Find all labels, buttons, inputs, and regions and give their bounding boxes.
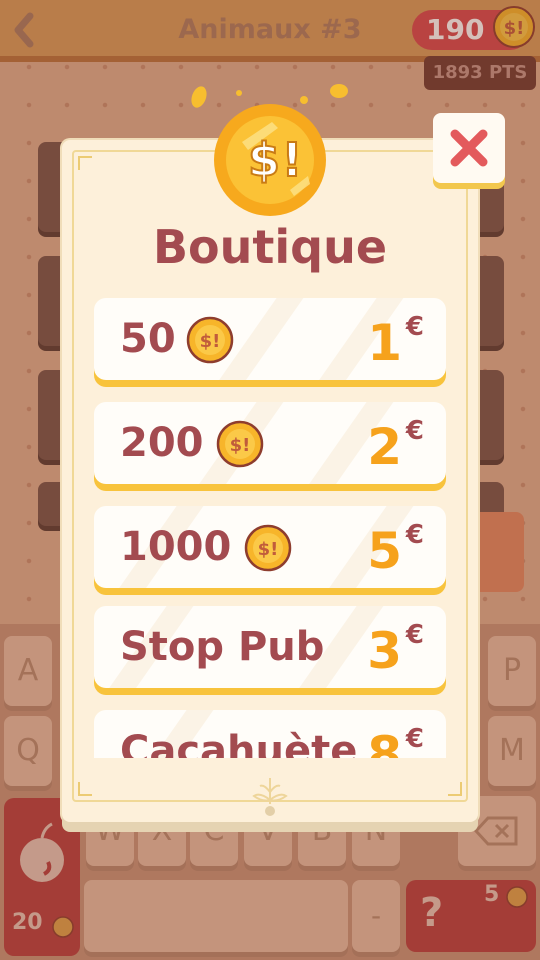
close-button[interactable] <box>433 113 505 183</box>
frame-corner <box>448 782 462 796</box>
sparkle <box>330 84 348 98</box>
shop-item-50-coins[interactable]: 50 $! 1 € <box>94 298 446 380</box>
leaf-ornament-icon <box>252 778 288 804</box>
item-label: Cacahuète <box>120 728 358 758</box>
frame-corner <box>78 782 92 796</box>
item-price: 5 <box>367 522 402 580</box>
currency-symbol: € <box>405 312 424 342</box>
currency-symbol: € <box>405 724 424 754</box>
svg-text:$: $ <box>248 133 280 187</box>
frame-corner <box>78 156 92 170</box>
item-price: 1 <box>367 314 402 372</box>
item-price: 2 <box>367 418 402 476</box>
shop-coin-icon: $ ! <box>214 104 326 216</box>
page-indicator <box>265 806 275 816</box>
shop-item-stop-pub[interactable]: Stop Pub 3 € <box>94 606 446 688</box>
coin-icon: $! <box>216 420 264 468</box>
currency-symbol: € <box>405 620 424 650</box>
shop-item-list[interactable]: 50 $! 1 € 200 $! 2 € 1000 $! 5 € Stop Pu… <box>90 294 452 758</box>
shop-item-cacahuete[interactable]: Cacahuète 8 € <box>94 710 446 758</box>
currency-symbol: € <box>405 416 424 446</box>
shop-item-1000-coins[interactable]: 1000 $! 5 € <box>94 506 446 588</box>
item-price: 8 <box>367 726 402 758</box>
shop-title: Boutique <box>152 220 388 274</box>
currency-symbol: € <box>405 520 424 550</box>
shop-item-200-coins[interactable]: 200 $! 2 € <box>94 402 446 484</box>
coin-icon: $! <box>186 316 234 364</box>
svg-text:$!: $! <box>230 435 251 456</box>
item-label: 50 <box>120 316 176 362</box>
item-label: 1000 <box>120 524 232 570</box>
close-icon <box>450 129 488 167</box>
item-price: 3 <box>367 622 402 680</box>
sparkle <box>236 90 242 96</box>
svg-text:!: ! <box>282 133 303 187</box>
svg-text:$!: $! <box>200 331 221 352</box>
svg-text:$!: $! <box>258 539 279 560</box>
coin-icon: $! <box>244 524 292 572</box>
item-label: 200 <box>120 420 204 466</box>
item-label: Stop Pub <box>120 624 325 670</box>
